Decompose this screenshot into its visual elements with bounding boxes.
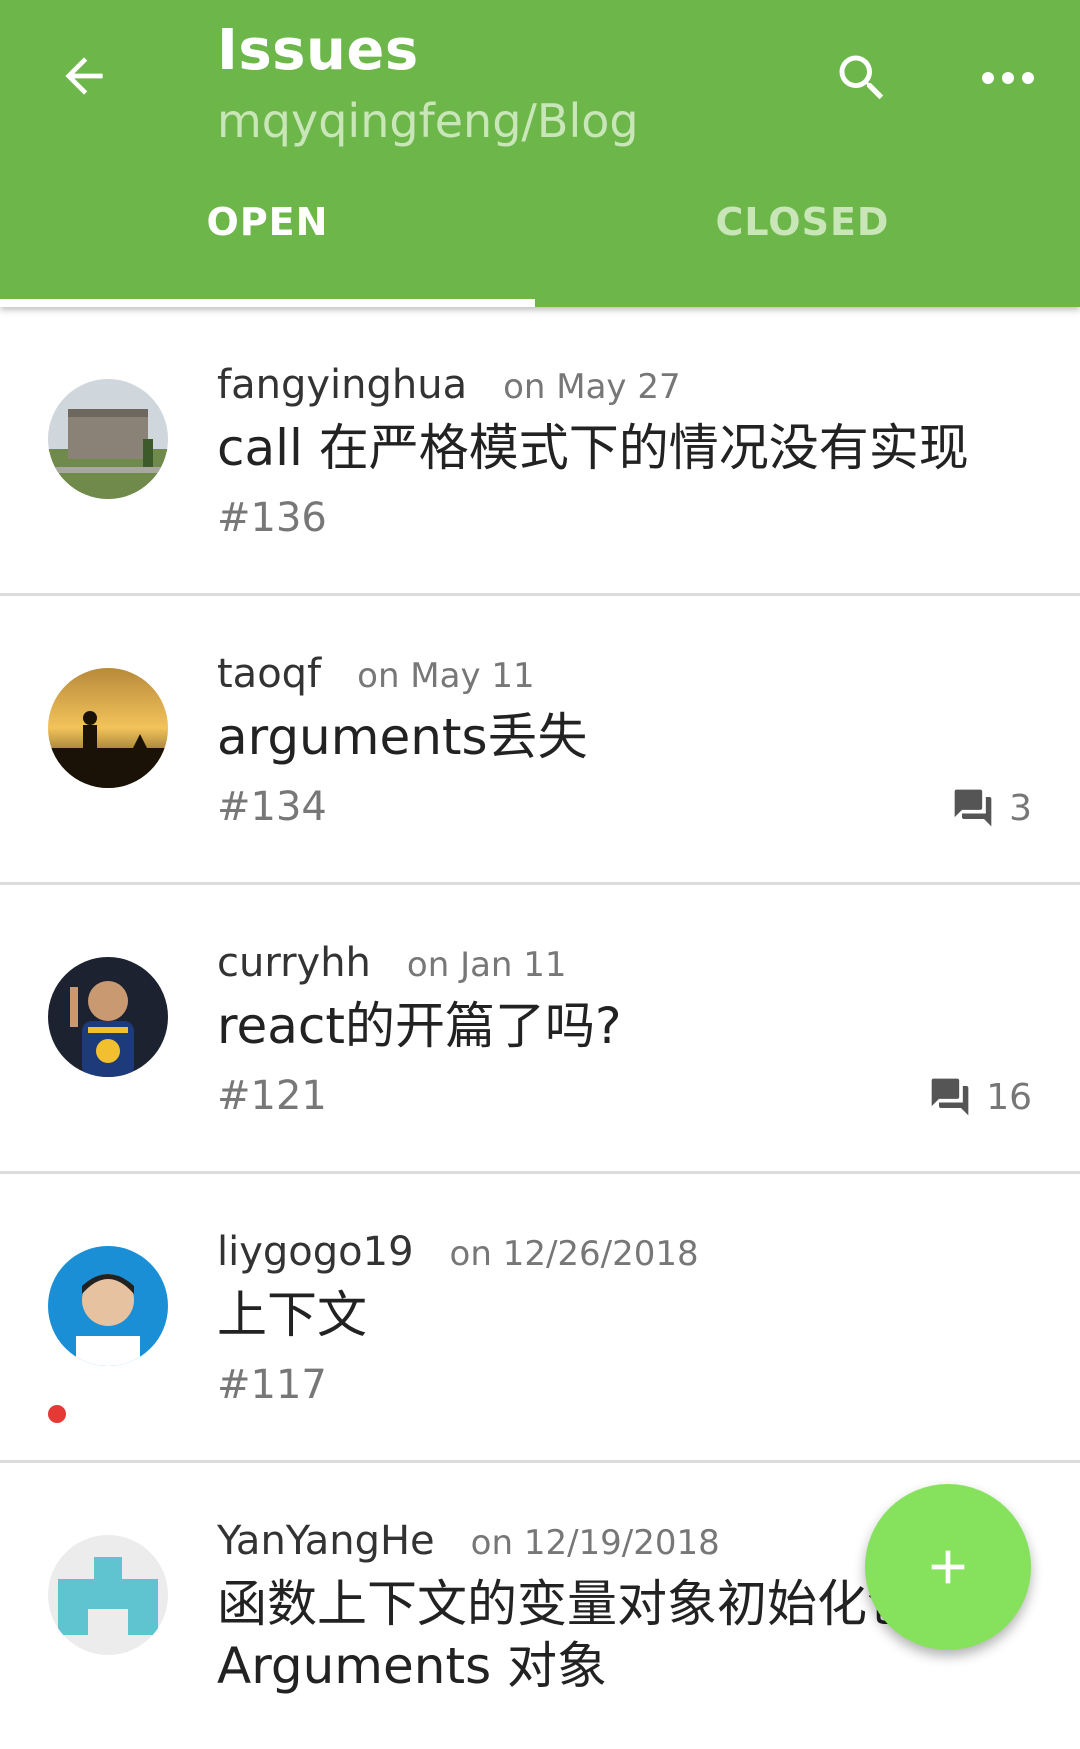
author-name: fangyinghua [217, 362, 468, 408]
more-options-button[interactable] [972, 42, 1044, 114]
issue-number: #136 [217, 495, 327, 541]
avatar[interactable] [48, 379, 168, 499]
issue-author: taoqf on May 11 [217, 651, 535, 697]
avatar[interactable] [48, 1535, 168, 1655]
author-name: liygogo19 [217, 1229, 414, 1275]
issue-title: arguments丢失 [217, 708, 588, 766]
comment-count: 16 [928, 1075, 1032, 1119]
page-title: Issues [217, 18, 419, 83]
comment-count: 3 [951, 786, 1032, 830]
issue-date: on 12/26/2018 [449, 1234, 699, 1274]
issue-row[interactable]: fangyinghua on May 27 call 在严格模式下的情况没有实现 … [0, 307, 1080, 596]
app-bar: Issues mqyqingfeng/Blog OPEN CLOSED [0, 0, 1080, 307]
issue-date: on 12/19/2018 [470, 1523, 720, 1563]
issue-date: on May 11 [357, 656, 535, 696]
new-issue-button[interactable] [865, 1484, 1031, 1650]
arrow-back-icon [65, 57, 103, 95]
comments-icon [931, 1078, 969, 1116]
issue-number: #121 [217, 1073, 327, 1119]
issue-date: on May 27 [503, 367, 681, 407]
issue-row[interactable]: taoqf on May 11 arguments丢失 #134 3 [0, 596, 1080, 885]
search-button[interactable] [826, 42, 898, 114]
more-horizontal-icon [982, 72, 1034, 84]
author-name: curryhh [217, 940, 371, 986]
plus-icon [931, 1550, 965, 1584]
tab-indicator [0, 299, 535, 307]
issue-number: #117 [217, 1362, 327, 1408]
issue-date: on Jan 11 [406, 945, 567, 985]
issue-title: 上下文 [217, 1286, 367, 1344]
tab-closed[interactable]: CLOSED [535, 200, 1070, 300]
unread-indicator [48, 1405, 66, 1423]
issue-row[interactable]: liygogo19 on 12/26/2018 上下文 #117 [0, 1174, 1080, 1463]
comment-count-value: 3 [1009, 787, 1032, 829]
issue-author: liygogo19 on 12/26/2018 [217, 1229, 699, 1275]
search-icon [839, 55, 884, 100]
repo-subtitle: mqyqingfeng/Blog [217, 94, 639, 148]
comment-count-value: 16 [986, 1076, 1032, 1118]
author-name: taoqf [217, 651, 322, 697]
comments-icon [954, 789, 992, 827]
issue-author: fangyinghua on May 27 [217, 362, 681, 408]
avatar[interactable] [48, 957, 168, 1077]
tab-open[interactable]: OPEN [0, 200, 535, 300]
back-button[interactable] [52, 44, 116, 108]
issue-title: call 在严格模式下的情况没有实现 [217, 419, 969, 477]
issue-title: react的开篇了吗? [217, 997, 622, 1055]
avatar[interactable] [48, 668, 168, 788]
issue-number: #134 [217, 784, 327, 830]
issue-row[interactable]: curryhh on Jan 11 react的开篇了吗? #121 16 [0, 885, 1080, 1174]
avatar[interactable] [48, 1246, 168, 1366]
author-name: YanYangHe [217, 1518, 435, 1564]
issue-author: YanYangHe on 12/19/2018 [217, 1518, 720, 1564]
issue-author: curryhh on Jan 11 [217, 940, 567, 986]
